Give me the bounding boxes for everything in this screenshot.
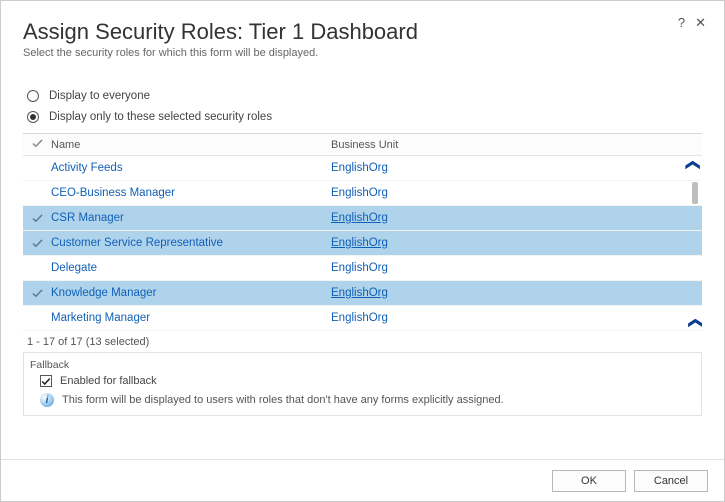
- scroll-thumb[interactable]: [692, 182, 698, 204]
- grid-rows: Activity FeedsEnglishOrgCEO-Business Man…: [23, 156, 702, 332]
- fallback-checkbox[interactable]: [40, 375, 52, 387]
- business-unit-link[interactable]: EnglishOrg: [331, 212, 388, 224]
- business-unit-link[interactable]: EnglishOrg: [331, 287, 388, 299]
- table-row[interactable]: Customer Service Representative EnglishOr…: [23, 231, 702, 256]
- info-icon: i: [40, 393, 54, 407]
- business-unit-link[interactable]: EnglishOrg: [331, 162, 388, 174]
- fallback-help-text: This form will be displayed to users wit…: [62, 394, 504, 406]
- business-unit-link[interactable]: EnglishOrg: [331, 262, 388, 274]
- fallback-section: Fallback Enabled for fallback i This for…: [23, 353, 702, 416]
- dialog-body: ? ✕ Assign Security Roles: Tier 1 Dashbo…: [1, 1, 724, 416]
- role-name-link[interactable]: Knowledge Manager: [51, 287, 157, 299]
- column-header-name[interactable]: Name: [51, 139, 331, 151]
- fallback-label: Enabled for fallback: [60, 375, 157, 387]
- business-unit-link[interactable]: EnglishOrg: [331, 237, 388, 249]
- table-row[interactable]: Knowledge Manager EnglishOrg: [23, 281, 702, 306]
- row-check-icon[interactable]: [23, 213, 51, 224]
- dialog-title: Assign Security Roles: Tier 1 Dashboard: [23, 19, 702, 45]
- role-name-link[interactable]: Activity Feeds: [51, 162, 123, 174]
- table-row[interactable]: Activity Feeds EnglishOrg: [23, 156, 702, 181]
- radio-icon: [27, 90, 39, 102]
- column-header-bu[interactable]: Business Unit: [331, 139, 702, 151]
- scroll-down-icon[interactable]: ❯: [687, 317, 701, 329]
- dialog-footer: OK Cancel: [1, 459, 724, 501]
- role-name-link[interactable]: CSR Manager: [51, 212, 124, 224]
- role-name-link[interactable]: Marketing Manager: [51, 312, 150, 324]
- select-all-check-icon[interactable]: [32, 138, 43, 152]
- scroll-up-icon[interactable]: ❮: [687, 159, 701, 171]
- table-row[interactable]: Marketing Manager EnglishOrg: [23, 306, 702, 331]
- role-name-link[interactable]: Delegate: [51, 262, 97, 274]
- display-options: Display to everyone Display only to thes…: [23, 87, 702, 129]
- table-row[interactable]: Delegate EnglishOrg: [23, 256, 702, 281]
- scrollbar[interactable]: ❮ ❯: [686, 156, 702, 332]
- business-unit-link[interactable]: EnglishOrg: [331, 187, 388, 199]
- business-unit-link[interactable]: EnglishOrg: [331, 312, 388, 324]
- role-name-link[interactable]: Customer Service Representative: [51, 237, 223, 249]
- cancel-button[interactable]: Cancel: [634, 470, 708, 492]
- table-row[interactable]: CEO-Business Manager EnglishOrg: [23, 181, 702, 206]
- fallback-heading: Fallback: [30, 357, 695, 375]
- radio-label: Display only to these selected security …: [49, 111, 272, 123]
- row-check-icon[interactable]: [23, 238, 51, 249]
- radio-label: Display to everyone: [49, 90, 150, 102]
- roles-grid: Name Business Unit Activity Feeds English…: [23, 133, 702, 416]
- table-row[interactable]: CSR Manager EnglishOrg: [23, 206, 702, 231]
- grid-header: Name Business Unit: [23, 134, 702, 156]
- radio-icon: [27, 111, 39, 123]
- radio-display-selected[interactable]: Display only to these selected security …: [23, 108, 702, 129]
- ok-button[interactable]: OK: [552, 470, 626, 492]
- close-icon[interactable]: ✕: [695, 15, 706, 31]
- radio-display-everyone[interactable]: Display to everyone: [23, 87, 702, 108]
- row-check-icon[interactable]: [23, 288, 51, 299]
- role-name-link[interactable]: CEO-Business Manager: [51, 187, 175, 199]
- dialog-subtitle: Select the security roles for which this…: [23, 47, 702, 59]
- pager-text: 1 - 17 of 17 (13 selected): [23, 332, 702, 353]
- help-icon[interactable]: ?: [678, 15, 685, 31]
